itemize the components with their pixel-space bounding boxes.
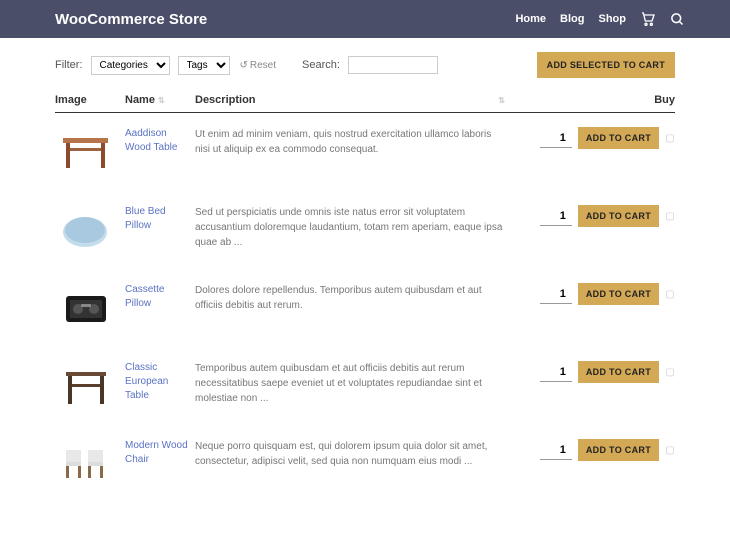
wishlist-icon[interactable]: ▢ [665,445,675,456]
product-description: Ut enim ad minim veniam, quis nostrud ex… [195,127,515,157]
product-image[interactable] [55,205,125,255]
table-row: Modern Wood Chair Neque porro quisquam e… [55,425,675,503]
add-to-cart-button[interactable]: ADD TO CART [578,439,659,461]
product-link[interactable]: Cassette Pillow [125,284,164,309]
product-link[interactable]: Aaddison Wood Table [125,128,177,153]
table-row: Blue Bed Pillow Sed ut perspiciatis unde… [55,191,675,269]
product-image[interactable] [55,361,125,411]
buy-cell: ADD TO CART ▢ [515,439,675,461]
table-row: Cassette Pillow Dolores dolore repellend… [55,269,675,347]
cart-icon[interactable] [640,11,656,27]
quantity-input[interactable] [540,128,572,148]
nav-shop[interactable]: Shop [599,13,627,25]
wishlist-icon[interactable]: ▢ [665,211,675,222]
sort-icon: ⇅ [158,96,165,105]
product-image[interactable] [55,127,125,177]
add-to-cart-button[interactable]: ADD TO CART [578,205,659,227]
buy-cell: ADD TO CART ▢ [515,205,675,227]
undo-icon: ↺ [240,60,248,71]
product-description: Temporibus autem quibusdam et aut offici… [195,361,515,406]
quantity-input[interactable] [540,206,572,226]
product-name: Modern Wood Chair [125,439,195,467]
brand-title: WooCommerce Store [55,11,207,28]
product-description: Dolores dolore repellendus. Temporibus a… [195,283,515,313]
toolbar: Filter: Categories Tags ↺ Reset Search: … [0,38,730,88]
table-row: Aaddison Wood Table Ut enim ad minim ven… [55,113,675,191]
quantity-input[interactable] [540,284,572,304]
product-name: Aaddison Wood Table [125,127,195,155]
sort-icon: ⇅ [498,96,505,105]
quantity-input[interactable] [540,440,572,460]
th-buy: Buy [515,94,675,106]
filter-label: Filter: [55,59,83,71]
product-name: Cassette Pillow [125,283,195,311]
quantity-input[interactable] [540,362,572,382]
product-link[interactable]: Blue Bed Pillow [125,206,166,231]
product-link[interactable]: Modern Wood Chair [125,440,188,465]
product-description: Neque porro quisquam est, qui dolorem ip… [195,439,515,469]
nav-home[interactable]: Home [515,13,546,25]
product-description: Sed ut perspiciatis unde omnis iste natu… [195,205,515,250]
product-name: Blue Bed Pillow [125,205,195,233]
search-input[interactable] [348,56,438,74]
header: WooCommerce Store Home Blog Shop [0,0,730,38]
search-icon[interactable] [670,12,685,27]
add-selected-to-cart-button[interactable]: ADD SELECTED TO CART [537,52,675,78]
table-row: Classic European Table Temporibus autem … [55,347,675,425]
add-to-cart-button[interactable]: ADD TO CART [578,361,659,383]
buy-cell: ADD TO CART ▢ [515,361,675,383]
search-label: Search: [302,59,340,71]
wishlist-icon[interactable]: ▢ [665,133,675,144]
add-to-cart-button[interactable]: ADD TO CART [578,283,659,305]
product-image[interactable] [55,439,125,489]
reset-button[interactable]: ↺ Reset [240,60,277,71]
wishlist-icon[interactable]: ▢ [665,289,675,300]
product-table: Image Name ⇅ Description ⇅ Buy Aaddison … [0,88,730,503]
th-description[interactable]: Description ⇅ [195,94,515,106]
tags-select[interactable]: Tags [178,56,230,75]
th-name[interactable]: Name ⇅ [125,94,195,106]
nav: Home Blog Shop [515,11,685,27]
th-image: Image [55,94,125,106]
buy-cell: ADD TO CART ▢ [515,127,675,149]
product-link[interactable]: Classic European Table [125,362,168,401]
nav-blog[interactable]: Blog [560,13,584,25]
buy-cell: ADD TO CART ▢ [515,283,675,305]
wishlist-icon[interactable]: ▢ [665,367,675,378]
add-to-cart-button[interactable]: ADD TO CART [578,127,659,149]
categories-select[interactable]: Categories [91,56,170,75]
product-name: Classic European Table [125,361,195,403]
product-image[interactable] [55,283,125,333]
table-header: Image Name ⇅ Description ⇅ Buy [55,88,675,113]
